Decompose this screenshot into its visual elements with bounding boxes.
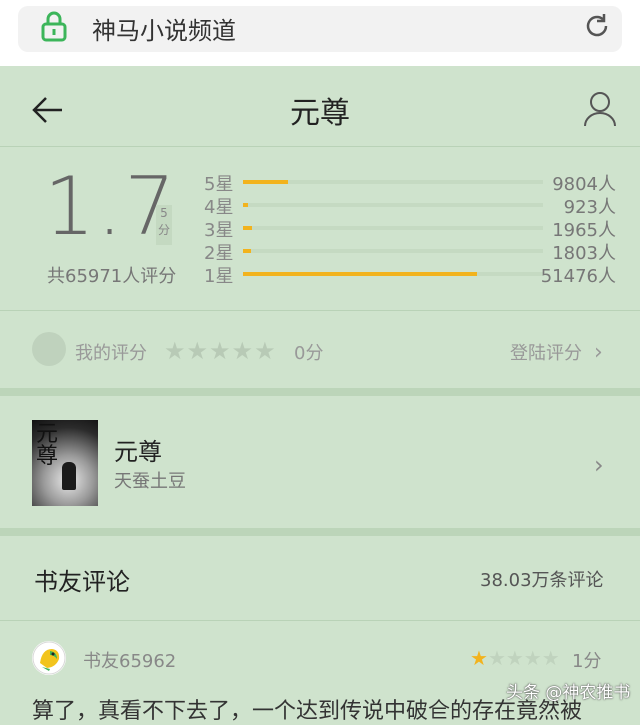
- reviews-heading: 书友评论: [34, 568, 130, 596]
- rating-bar: [243, 180, 543, 184]
- reviews-count[interactable]: 38.03万条评论: [480, 566, 604, 592]
- user-icon[interactable]: [582, 90, 618, 128]
- reviewer-name[interactable]: 书友65962: [83, 647, 176, 673]
- star-icon-empty: ★★★★: [487, 646, 560, 670]
- cover-title: 元尊: [36, 422, 59, 469]
- rating-bar-fill: [243, 249, 252, 253]
- section-separator: [0, 528, 640, 536]
- rating-bar: [243, 203, 543, 207]
- rating-bar: [243, 272, 543, 276]
- reviewer-avatar[interactable]: [32, 641, 66, 675]
- divider: [0, 620, 640, 621]
- book-title[interactable]: 元尊: [114, 432, 162, 467]
- parrot-icon: [32, 641, 66, 675]
- page-title: 元尊: [290, 96, 350, 131]
- rating-bar-fill: [243, 272, 477, 276]
- login-to-rate-link[interactable]: 登陆评分: [510, 339, 582, 365]
- rating-bar-fill: [243, 226, 252, 230]
- review-text[interactable]: 算了，真看不下去了，一个达到传说中破仺的存在竟然被: [32, 693, 582, 725]
- rating-bar-fill: [243, 203, 248, 207]
- chevron-right-icon[interactable]: ›: [594, 451, 604, 479]
- my-avatar: [32, 332, 66, 366]
- rating-row-count: 51476人: [540, 266, 616, 287]
- book-cover[interactable]: 元尊: [32, 420, 98, 506]
- page-title-url[interactable]: 神马小说频道: [92, 11, 236, 46]
- rating-row-label: 1星: [204, 266, 234, 287]
- watermark: 头条 @神农推书: [506, 683, 631, 703]
- my-rating-score: 0分: [294, 343, 324, 364]
- review-stars: ★★★★★: [470, 646, 560, 670]
- section-separator: [0, 388, 640, 396]
- rating-total: 共65971人评分: [47, 266, 177, 287]
- my-rating-stars[interactable]: ★★★★★: [164, 337, 277, 365]
- review-score: 1分: [572, 651, 602, 672]
- lock-icon: [41, 11, 67, 42]
- rating-bar-fill: [243, 180, 288, 184]
- divider: [0, 310, 640, 311]
- rating-bar: [243, 226, 543, 230]
- my-rating-label: 我的评分: [75, 343, 147, 364]
- score-max-label: 5分: [156, 205, 172, 245]
- star-icon-filled: ★: [470, 646, 488, 670]
- rating-bar: [243, 249, 543, 253]
- chevron-right-icon[interactable]: ›: [594, 340, 603, 365]
- cover-figure: [62, 462, 76, 490]
- book-author: 天蚕土豆: [114, 471, 186, 492]
- refresh-icon[interactable]: [582, 11, 612, 41]
